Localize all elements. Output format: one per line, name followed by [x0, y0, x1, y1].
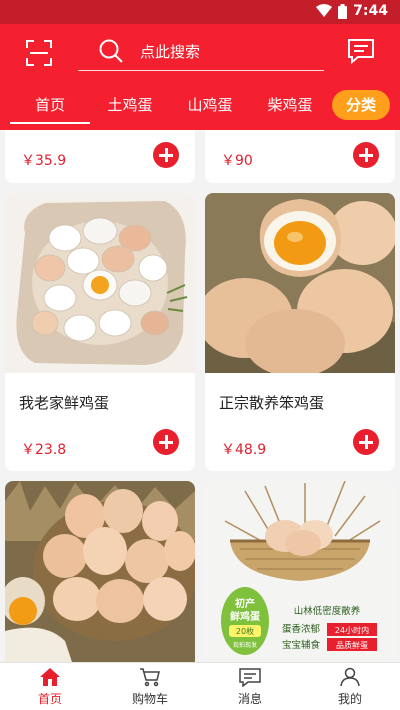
badge-line1: 初产 — [235, 597, 255, 610]
product-image — [5, 481, 195, 662]
product-title: 我老家鲜鸡蛋 — [19, 394, 110, 412]
message-icon — [239, 668, 261, 687]
slogan-line1: 山林低密度散养 — [294, 605, 361, 617]
tab-shanji-eggs[interactable]: 山鸡蛋 — [170, 94, 250, 115]
badge-count: 20枚 — [236, 626, 254, 636]
home-icon — [40, 668, 60, 686]
nav-home[interactable]: 首页 — [0, 667, 100, 707]
search-placeholder: 点此搜索 — [140, 43, 201, 61]
search-icon — [99, 39, 123, 63]
nav-profile[interactable]: 我的 — [300, 667, 400, 707]
product-image: 初产 鲜鸡蛋 20枚 现拍现发 山林低密度散养 蛋香浓郁 宝宝辅食 24小时内 … — [205, 481, 395, 662]
add-to-cart-button[interactable] — [353, 142, 379, 168]
nav-cart[interactable]: 购物车 — [100, 667, 200, 707]
product-grid: ￥35.9 ￥90 我老家鲜鸡蛋 ￥23.8 正宗散养笨鸡蛋 ￥48.9 初产 … — [0, 130, 400, 662]
badge-line2: 鲜鸡蛋 — [230, 610, 260, 623]
product-price: ￥35.9 — [21, 153, 67, 169]
category-tabs: 首页 土鸡蛋 山鸡蛋 柴鸡蛋 分类 — [0, 86, 400, 130]
product-card[interactable]: 我老家鲜鸡蛋 ￥23.8 — [5, 193, 195, 471]
tag-line1: 24小时内 — [335, 625, 369, 635]
header: 点此搜索 首页 土鸡蛋 山鸡蛋 柴鸡蛋 分类 — [0, 24, 400, 130]
slogan-line2: 蛋香浓郁 — [282, 623, 321, 635]
product-image — [5, 193, 195, 373]
badge-small: 现拍现发 — [233, 641, 257, 649]
tag-line2: 品质鲜蛋 — [336, 640, 368, 650]
product-image — [205, 193, 395, 373]
add-to-cart-button[interactable] — [153, 142, 179, 168]
wifi-icon — [316, 4, 333, 17]
status-time: 7:44 — [353, 3, 388, 19]
product-card[interactable] — [5, 481, 195, 662]
slogan-line3: 宝宝辅食 — [282, 639, 321, 651]
nav-profile-label: 我的 — [337, 692, 362, 706]
product-title: 正宗散养笨鸡蛋 — [219, 394, 325, 412]
tab-chaiji-eggs[interactable]: 柴鸡蛋 — [250, 94, 330, 115]
cart-icon — [140, 668, 160, 687]
product-price: ￥48.9 — [221, 442, 267, 458]
battery-icon — [338, 3, 348, 19]
tab-home[interactable]: 首页 — [10, 94, 90, 124]
category-button[interactable]: 分类 — [332, 90, 390, 120]
nav-home-label: 首页 — [37, 692, 62, 706]
search-bar[interactable]: 点此搜索 — [78, 33, 324, 71]
nav-messages[interactable]: 消息 — [200, 667, 300, 707]
product-price: ￥90 — [221, 153, 253, 169]
status-bar: 7:44 — [0, 0, 400, 24]
add-to-cart-button[interactable] — [353, 429, 379, 455]
product-card[interactable]: 正宗散养笨鸡蛋 ￥48.9 — [205, 193, 395, 471]
product-card[interactable]: ￥35.9 — [5, 130, 195, 183]
scan-icon[interactable] — [24, 38, 54, 68]
add-to-cart-button[interactable] — [153, 429, 179, 455]
bottom-nav: 首页 购物车 消息 我的 — [0, 662, 400, 710]
product-card[interactable]: ￥90 — [205, 130, 395, 183]
chat-icon[interactable] — [346, 36, 376, 66]
product-card[interactable]: 初产 鲜鸡蛋 20枚 现拍现发 山林低密度散养 蛋香浓郁 宝宝辅食 24小时内 … — [205, 481, 395, 662]
product-price: ￥23.8 — [21, 442, 67, 458]
user-icon — [340, 667, 360, 687]
nav-messages-label: 消息 — [237, 692, 262, 706]
tab-tuji-eggs[interactable]: 土鸡蛋 — [90, 94, 170, 115]
nav-cart-label: 购物车 — [131, 692, 168, 706]
